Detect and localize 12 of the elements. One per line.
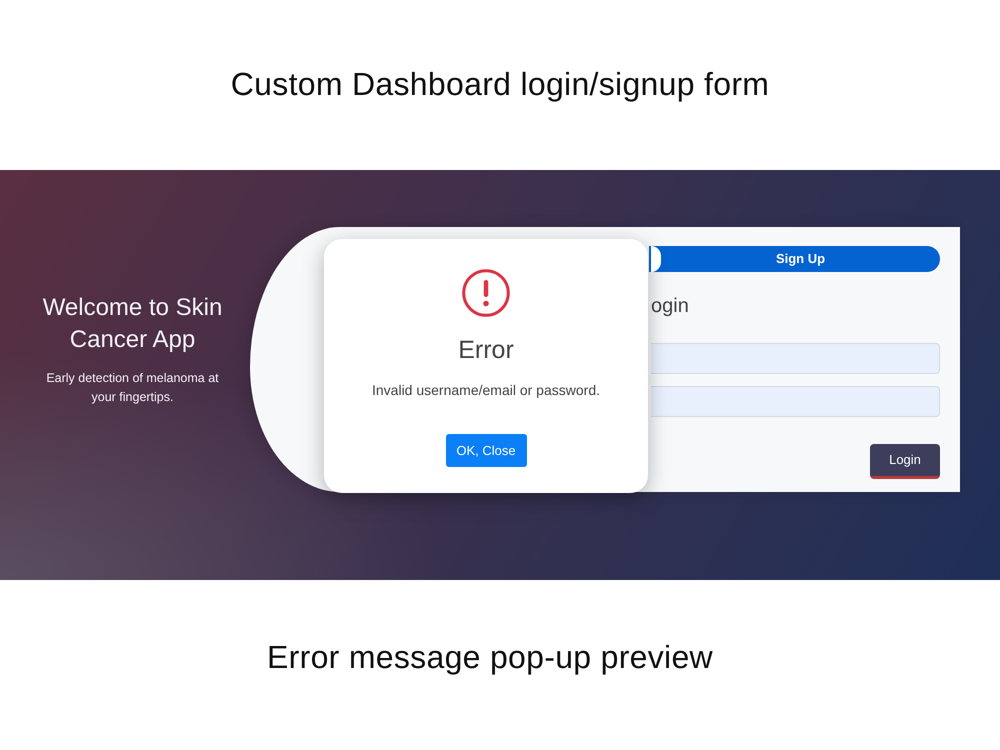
page-heading: Custom Dashboard login/signup form	[230, 65, 770, 104]
form-title: ogin	[651, 294, 690, 318]
dialog-message: Invalid username/email or password.	[371, 381, 601, 400]
input-field[interactable]	[651, 343, 940, 374]
welcome-subtitle: Early detection of melanoma at your fingertips.	[45, 370, 220, 406]
welcome-title: Welcome to Skin Cancer App	[42, 293, 224, 355]
page-caption: Error message pop-up preview	[267, 638, 713, 677]
dialog-title: Error	[457, 335, 515, 365]
tab[interactable]: Sign Up	[649, 246, 940, 272]
login-button[interactable]: Login	[870, 444, 940, 479]
input-field[interactable]	[651, 386, 940, 417]
close-button[interactable]: OK, Close	[446, 434, 526, 467]
